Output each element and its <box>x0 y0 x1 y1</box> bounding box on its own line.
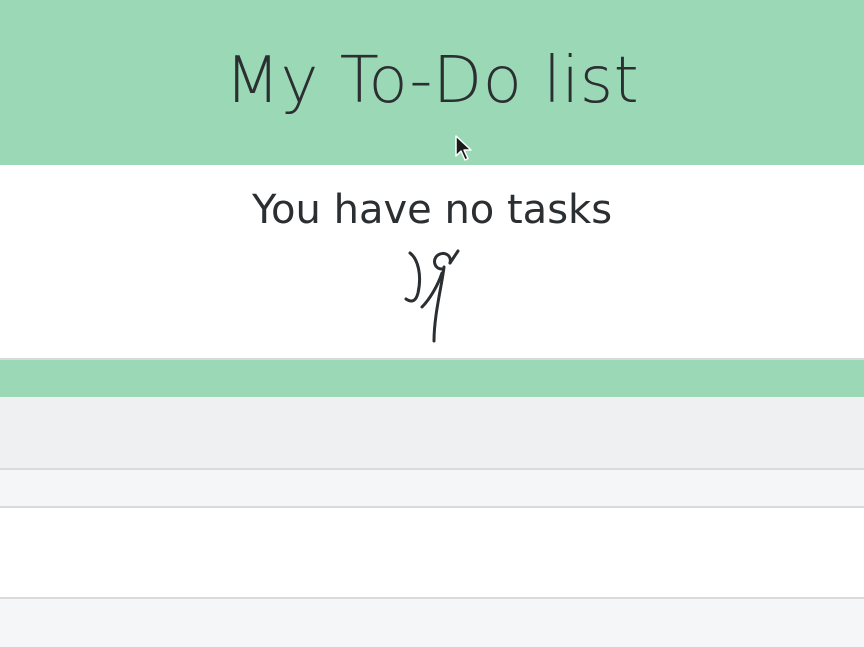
todo-app: My To-Do list You have no tasks <box>0 0 864 647</box>
list-item <box>0 470 864 508</box>
list-item <box>0 508 864 599</box>
app-header: My To-Do list <box>0 0 864 165</box>
empty-state-message: You have no tasks <box>251 187 613 233</box>
mouse-pointer-icon <box>455 135 472 161</box>
section-divider-strip <box>0 360 864 397</box>
page-title: My To-Do list <box>224 44 640 118</box>
dancing-figure-icon <box>404 249 460 343</box>
task-input-area[interactable] <box>0 397 864 470</box>
empty-state-panel: You have no tasks <box>0 165 864 360</box>
list-item <box>0 599 864 647</box>
